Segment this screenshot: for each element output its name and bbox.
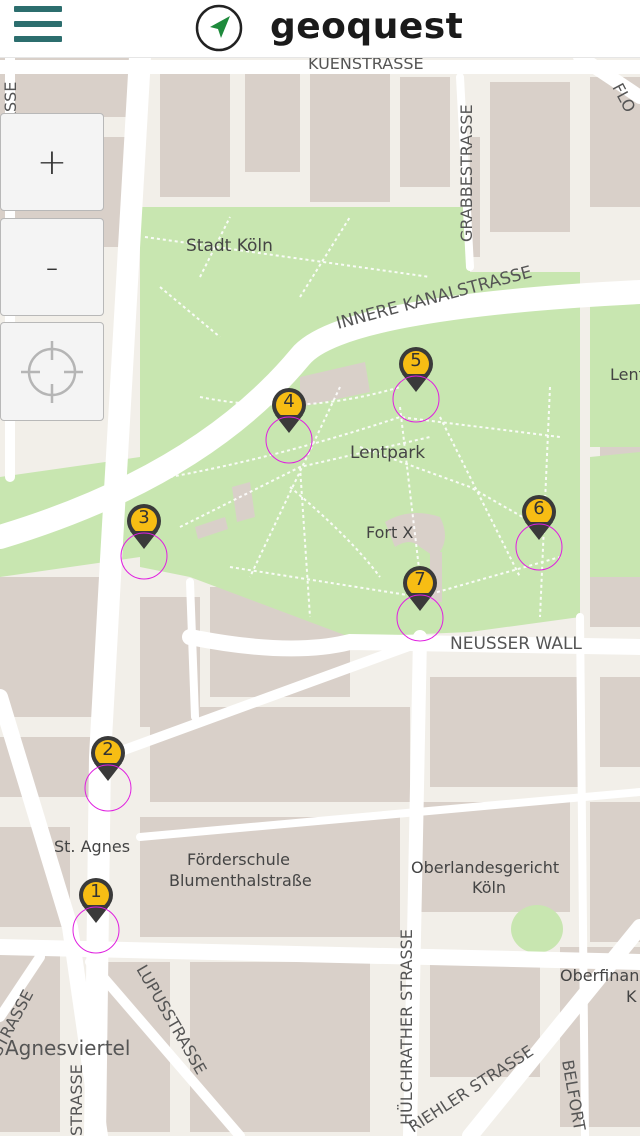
- label-fort-x: Fort X: [366, 523, 413, 542]
- map-view[interactable]: KUENSTRASSE Stadt Köln GRABBESTRASSE FLO…: [0, 57, 640, 1136]
- navigation-arrow-icon: [195, 4, 243, 52]
- label-k: K: [626, 987, 637, 1006]
- label-oberlandesgericht-1: Oberlandesgericht: [411, 858, 559, 877]
- label-neusser-wall: NEUSSER WALL: [450, 634, 582, 654]
- zoom-out-label: -: [45, 246, 59, 288]
- quest-marker-6[interactable]: 6: [515, 494, 563, 574]
- quest-marker-7[interactable]: 7: [396, 565, 444, 645]
- zoom-in-button[interactable]: +: [0, 113, 104, 211]
- label-strasse-bottom: STRASSE: [67, 1064, 86, 1136]
- marker-number: 3: [138, 507, 150, 528]
- hamburger-menu-icon[interactable]: [14, 6, 62, 48]
- crosshair-icon: [21, 340, 83, 403]
- marker-number: 2: [102, 739, 114, 760]
- label-agnesviertel: Agnesviertel: [5, 1036, 130, 1060]
- label-grabbestrasse: GRABBESTRASSE: [457, 104, 476, 242]
- app-title: geoquest: [270, 6, 464, 47]
- label-oberfinan: Oberfinan: [560, 966, 639, 985]
- quest-marker-1[interactable]: 1: [72, 877, 120, 957]
- label-kuenstrasse: KUENSTRASSE: [308, 57, 424, 73]
- quest-marker-5[interactable]: 5: [392, 346, 440, 426]
- label-huelchrather: HÜLCHRATHER STRASSE: [397, 929, 416, 1125]
- marker-number: 7: [414, 569, 426, 590]
- quest-marker-2[interactable]: 2: [84, 735, 132, 815]
- zoom-in-label: +: [36, 141, 68, 183]
- marker-number: 5: [410, 350, 422, 371]
- label-lent: Lent: [610, 365, 640, 384]
- quest-marker-4[interactable]: 4: [265, 387, 313, 467]
- label-st-agnes: St. Agnes: [54, 837, 130, 856]
- label-oberlandesgericht-2: Köln: [472, 878, 506, 897]
- label-stadt-koeln: Stadt Köln: [186, 236, 273, 256]
- label-lentpark: Lentpark: [350, 443, 425, 463]
- top-bar: geoquest: [0, 0, 640, 58]
- locate-button[interactable]: [0, 322, 104, 421]
- zoom-out-button[interactable]: -: [0, 218, 104, 316]
- label-foerderschule-1: Förderschule: [187, 850, 290, 869]
- marker-number: 6: [533, 498, 545, 519]
- marker-number: 4: [283, 391, 295, 412]
- label-foerderschule-2: Blumenthalstraße: [169, 871, 312, 890]
- marker-number: 1: [90, 881, 102, 902]
- quest-marker-3[interactable]: 3: [120, 503, 168, 583]
